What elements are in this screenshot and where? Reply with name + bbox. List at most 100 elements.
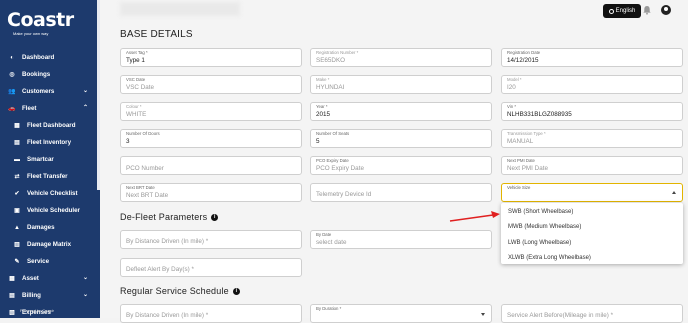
field-label: Number Of Seats [316, 131, 350, 136]
section-regular-service-schedule: Regular Service Schedule i [120, 286, 240, 296]
coastr-logo[interactable]: Coastr Make your own way [7, 10, 93, 40]
billing-icon: ▤ [9, 293, 15, 299]
field-label: Next PMI Date [507, 158, 535, 163]
asset-tag-field[interactable]: Asset Tag * Type 1 [120, 48, 302, 67]
vehicle-size-select[interactable]: Vehicle Size [501, 183, 683, 202]
vehicle-size-option[interactable]: MWB (Medium Wheelbase) [501, 221, 683, 235]
sidebar-item-asset[interactable]: ▦ Asset ⌄ [0, 270, 97, 287]
defleet-alert-field[interactable]: Defleet Alert By Day(s) * [120, 258, 302, 277]
registration-number-field[interactable]: Registration Number * SE65DKO [310, 48, 492, 67]
field-value: WHITE [126, 111, 147, 118]
field-label: Asset Tag * [126, 50, 148, 55]
vehicle-size-dropdown: SWB (Short Wheelbase) MWB (Medium Wheelba… [501, 203, 683, 264]
field-label: Next BRT Date [126, 185, 155, 190]
sidebar-item-label: Damages [27, 224, 55, 231]
language-button[interactable]: English [603, 4, 641, 18]
field-value: 14/12/2015 [507, 57, 539, 64]
service-distance-field[interactable]: By Distance Driven (In mile) * [120, 304, 302, 323]
section-title-text: Regular Service Schedule [120, 286, 229, 296]
defleet-distance-field[interactable]: By Distance Driven (In mile) * [120, 230, 302, 249]
field-label: Vehicle Size [507, 185, 531, 190]
model-field[interactable]: Model * I20 [501, 75, 683, 94]
field-value: SE65DKO [316, 57, 346, 64]
fleet-icon: 🚗 [8, 106, 16, 112]
next-brt-date-field[interactable]: Next BRT Date Next BRT Date [120, 183, 302, 202]
service-icon: ✎ [14, 259, 20, 265]
field-value: 3 [126, 138, 130, 145]
sidebar-nav: ◐ Dashboard ◎ Bookings 👥 Customers ⌄ 🚗 Fleet ⌃ ▦ Fl… [0, 49, 97, 318]
sidebar-item-service[interactable]: ✎ Service [0, 253, 97, 270]
sidebar-item-bookings[interactable]: ◎ Bookings [0, 66, 97, 83]
telemetry-device-id-field[interactable]: Telemetry Device Id [310, 183, 492, 202]
vehicle-size-option[interactable]: SWB (Short Wheelbase) [501, 205, 683, 219]
vin-field[interactable]: Vin * NLHB331BLGZ088935 [501, 102, 683, 121]
sidebar-item-label: Service [27, 258, 50, 265]
sidebar-item-fleet-inventory[interactable]: ▤ Fleet Inventory [0, 134, 97, 151]
field-label: Vin * [507, 104, 516, 109]
field-label: Colour * [126, 104, 142, 109]
number-of-doors-field[interactable]: Number Of Doors 3 [120, 129, 302, 148]
sidebar-item-label: Fleet Dashboard [27, 122, 76, 129]
asset-icon: ▦ [9, 276, 15, 282]
field-label: By Duration * [316, 306, 342, 311]
info-icon[interactable]: i [232, 288, 240, 296]
field-value: 5 [316, 138, 320, 145]
main-content: English BASE DETAILS Asset Tag * Type 1 … [100, 0, 688, 323]
sidebar-item-label: Damage Matrix [27, 241, 72, 248]
vehicle-size-option[interactable]: LWB (Long Wheelbase) [501, 236, 683, 250]
sidebar-item-damage-matrix[interactable]: ▥ Damage Matrix [0, 236, 97, 253]
make-field[interactable]: Make * HYUNDAI [310, 75, 492, 94]
sidebar-item-dashboard[interactable]: ◐ Dashboard [0, 49, 97, 66]
fleet-inventory-icon: ▤ [14, 140, 20, 146]
info-icon[interactable]: i [211, 214, 219, 222]
field-label: PCO Expiry Date [316, 158, 349, 163]
brand-name: Coastr [7, 9, 74, 31]
sidebar-item-label: Asset [22, 275, 39, 282]
vsc-date-field[interactable]: VSC Date VSC Date [120, 75, 302, 94]
field-placeholder: Telemetry Device Id [316, 191, 372, 198]
next-pmi-date-field[interactable]: Next PMI Date Next PMI Date [501, 156, 683, 175]
dashboard-icon: ◐ [10, 54, 14, 61]
section-title-text: De-Fleet Parameters [120, 212, 208, 222]
sidebar-item-label: Fleet Transfer [27, 173, 68, 180]
bell-icon[interactable] [642, 5, 652, 15]
sidebar-item-label: Bookings [22, 71, 51, 78]
sidebar-item-billing[interactable]: ▤ Billing ⌄ [0, 287, 97, 304]
service-duration-select[interactable]: By Duration * [310, 304, 492, 323]
vehicle-size-option[interactable]: XLWB (Extra Long Wheelbase) [501, 252, 683, 266]
transmission-type-field[interactable]: Transmission Type * MANUAL [501, 129, 683, 148]
sidebar-item-fleet-dashboard[interactable]: ▦ Fleet Dashboard [0, 117, 97, 134]
pco-number-field[interactable]: PCO Number [120, 156, 302, 175]
service-alert-field[interactable]: Service Alert Before(Mileage in mile) * [501, 304, 683, 323]
chevron-up-icon: ⌃ [82, 105, 88, 111]
sidebar-item-smartcar[interactable]: ▬ Smartcar [0, 151, 97, 168]
sidebar-item-label: Smartcar [27, 156, 54, 163]
sidebar-item-vehicle-checklist[interactable]: ✔ Vehicle Checklist [0, 185, 97, 202]
sidebar-item-label: Fleet [22, 105, 37, 112]
colour-field[interactable]: Colour * WHITE [120, 102, 302, 121]
year-field[interactable]: Year * 2015 [310, 102, 492, 121]
pco-expiry-date-field[interactable]: PCO Expiry Date PCO Expiry Date [310, 156, 492, 175]
sidebar-item-fleet[interactable]: 🚗 Fleet ⌃ [0, 100, 97, 117]
user-avatar-icon[interactable] [661, 5, 671, 15]
fleet-transfer-icon: ⇄ [14, 174, 20, 180]
section-defleet-parameters: De-Fleet Parameters i [120, 212, 219, 222]
sidebar-item-vehicle-scheduler[interactable]: ▣ Vehicle Scheduler [0, 202, 97, 219]
field-value: HYUNDAI [316, 84, 345, 91]
field-value: select date [316, 239, 347, 246]
field-value: I20 [507, 84, 516, 91]
field-label: VSC Date [126, 77, 146, 82]
sidebar-item-customers[interactable]: 👥 Customers ⌄ [0, 83, 97, 100]
chevron-down-icon: ⌄ [82, 88, 88, 94]
customers-icon: 👥 [8, 89, 16, 95]
field-value: Type 1 [126, 57, 145, 64]
defleet-date-field[interactable]: By Date select date [310, 230, 492, 249]
number-of-seats-field[interactable]: Number Of Seats 5 [310, 129, 492, 148]
sidebar-item-fleet-transfer[interactable]: ⇄ Fleet Transfer [0, 168, 97, 185]
registration-date-field[interactable]: Registration Date 14/12/2015 [501, 48, 683, 67]
chevron-down-icon: ⌄ [82, 275, 88, 281]
expenses-icon: ▧ [9, 310, 15, 316]
field-value: MANUAL [507, 138, 534, 145]
sidebar-item-damages[interactable]: ▲ Damages [0, 219, 97, 236]
field-value: 2015 [316, 111, 331, 118]
